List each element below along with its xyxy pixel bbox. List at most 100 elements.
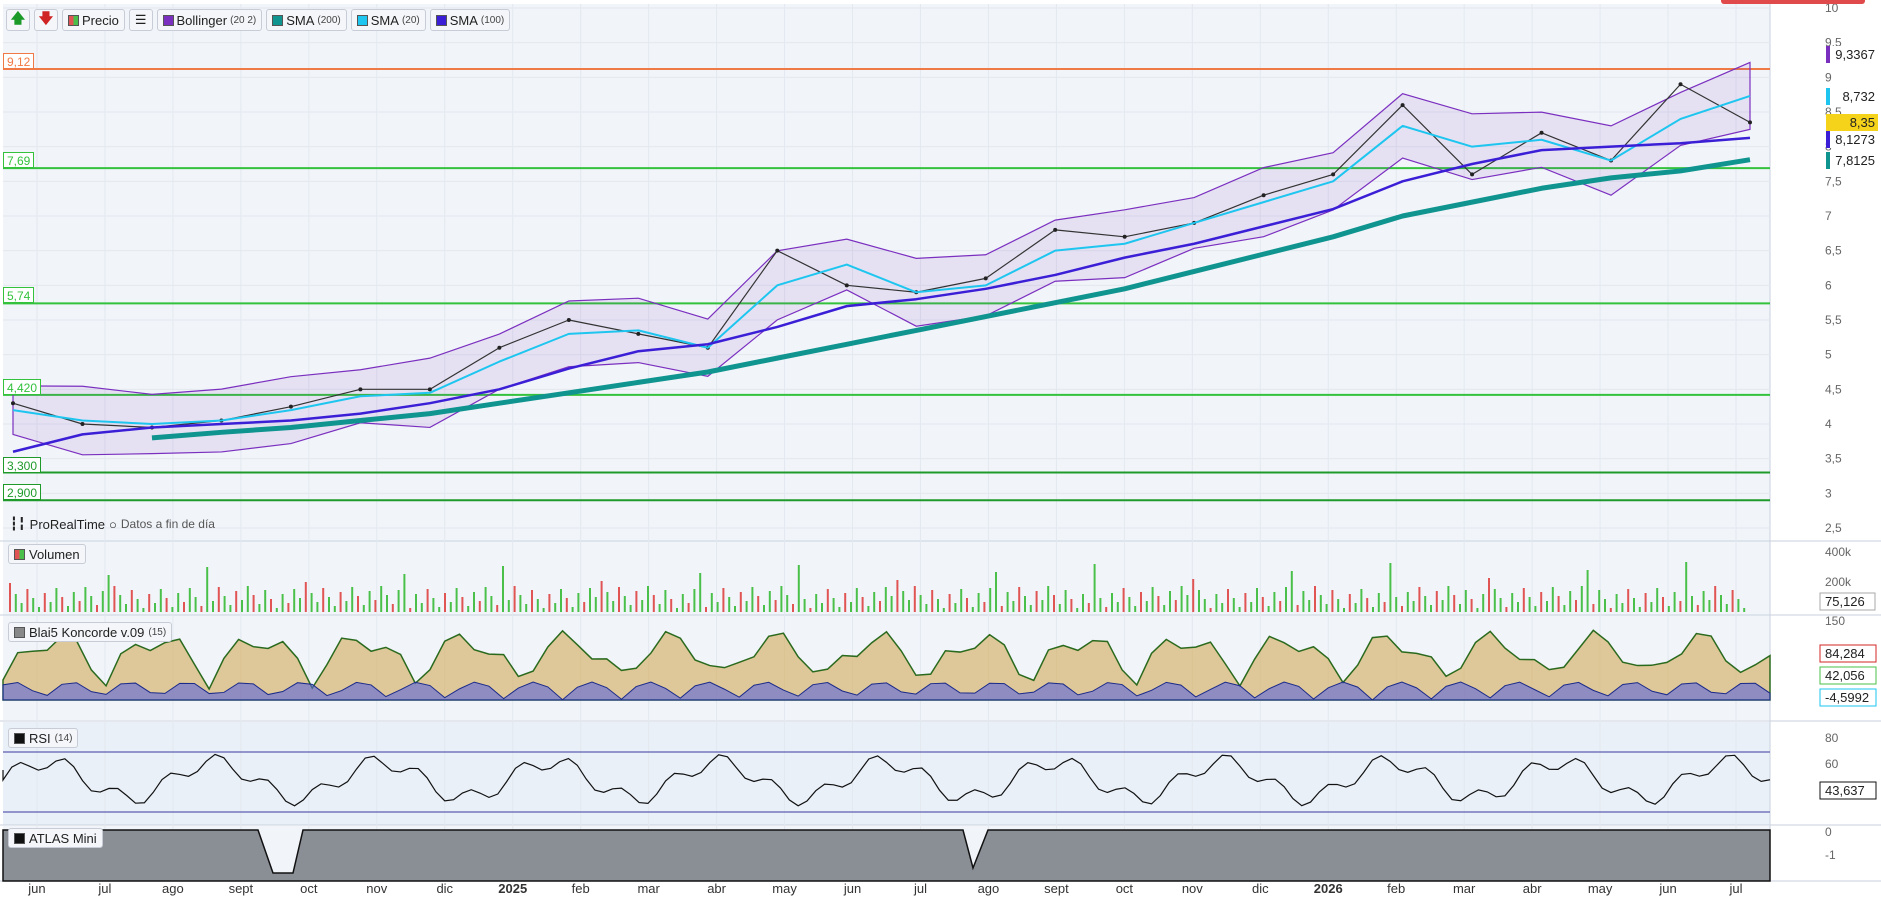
level-label: 3,300: [3, 456, 42, 473]
volume-bar: [809, 608, 812, 612]
volume-bar: [368, 591, 371, 612]
volume-bar: [600, 581, 603, 612]
volume-bar: [287, 603, 290, 612]
volume-value-label: 75,126: [1825, 594, 1865, 609]
volume-bar: [867, 606, 870, 612]
volume-bar: [310, 593, 313, 612]
volume-bar: [832, 598, 835, 612]
volume-bar: [1685, 562, 1688, 612]
price-tick-label: 4: [1825, 417, 1832, 431]
status-bar: [1721, 0, 1865, 4]
volume-bar: [270, 599, 272, 612]
volume-bar: [1406, 592, 1409, 612]
sma20-swatch-icon: [356, 14, 368, 26]
legend-item-sma-20[interactable]: SMA (20): [350, 9, 426, 31]
volume-bar: [670, 599, 673, 612]
volume-bar: [797, 565, 800, 612]
price-point: [1122, 234, 1127, 239]
price-tick-label: 5,5: [1825, 313, 1842, 327]
volume-bar: [403, 574, 406, 612]
sma200-swatch-icon: [272, 14, 284, 26]
atlas-swatch-icon: [14, 832, 25, 844]
month-label: jul: [1729, 881, 1743, 896]
volume-bar: [304, 582, 307, 612]
volume-bar: [1720, 595, 1722, 612]
volume-bar: [183, 602, 185, 612]
atlas-panel-label[interactable]: ATLAS Mini: [8, 828, 103, 848]
volume-bar: [1093, 564, 1096, 612]
volume-bar: [1348, 594, 1351, 612]
volume-bar: [710, 593, 713, 612]
month-label: nov: [1182, 881, 1203, 896]
price-point: [1539, 130, 1544, 135]
volume-bar: [571, 607, 574, 612]
volume-bar: [154, 603, 156, 612]
volume-bar: [1267, 606, 1270, 612]
volume-bar: [246, 586, 249, 612]
volume-bar: [1006, 592, 1009, 612]
volume-bar: [449, 602, 452, 612]
volume-bar: [1470, 599, 1473, 612]
koncorde-panel-label[interactable]: Blai5 Koncorde v.09 (15): [8, 622, 173, 642]
eod-radio-icon[interactable]: ○: [109, 517, 117, 532]
legend-item-sma-100[interactable]: SMA (100): [429, 9, 511, 31]
volume-bar: [1041, 600, 1044, 612]
volume-bar: [380, 586, 383, 612]
price-point: [1331, 172, 1336, 177]
volume-bar: [855, 588, 858, 612]
volume-panel-label[interactable]: Volumen: [8, 544, 86, 564]
volume-bar: [165, 598, 168, 612]
volume-bar: [1082, 594, 1084, 612]
legend-item-params: (200): [317, 14, 341, 26]
volume-bar: [1035, 591, 1038, 612]
volume-bar: [1238, 607, 1241, 612]
list-button[interactable]: ☰: [128, 9, 153, 31]
volume-bar: [705, 607, 707, 612]
volume-bar: [14, 594, 17, 612]
legend-item-params: (20): [401, 14, 420, 26]
legend-item-sma-200[interactable]: SMA (200): [266, 9, 347, 31]
volume-bar: [490, 596, 493, 612]
volume-bar: [9, 583, 11, 612]
volume-bar: [67, 606, 69, 612]
volume-bar: [339, 592, 342, 612]
volume-bar: [612, 601, 615, 612]
volume-bar: [72, 592, 75, 612]
volume-bar: [1325, 604, 1328, 612]
volume-bar: [444, 593, 446, 612]
volume-bar: [1377, 593, 1380, 612]
legend-item-label: SMA: [370, 12, 399, 28]
volume-bar: [1488, 578, 1490, 612]
volume-bar: [542, 608, 545, 612]
volume-bar: [531, 590, 533, 612]
volume-bar: [1076, 608, 1079, 612]
volume-bar: [913, 586, 916, 612]
price-value-box: 8,732: [1826, 87, 1878, 105]
up-arrow-button[interactable]: 🡅: [6, 9, 30, 31]
volume-bar: [473, 592, 475, 612]
rsi-panel-label[interactable]: RSI (14): [8, 728, 79, 748]
volume-bar: [960, 589, 963, 612]
volume-bar: [1058, 604, 1061, 612]
volume-bar: [1592, 604, 1595, 612]
month-label: may: [772, 881, 797, 896]
month-label: ago: [978, 881, 1000, 896]
volume-bar: [681, 594, 684, 612]
volume-bar: [1650, 602, 1653, 612]
volume-bar: [1493, 589, 1496, 612]
price-point: [358, 387, 363, 392]
volume-bar: [386, 595, 388, 612]
volume-bar: [589, 588, 591, 612]
down-arrow-button[interactable]: 🡇: [34, 9, 58, 31]
volume-bar: [351, 587, 354, 612]
volume-bar: [1024, 596, 1026, 612]
price-point: [288, 404, 293, 409]
volume-bar: [426, 589, 429, 612]
level-label: 7,69: [3, 152, 35, 169]
legend-item-params: (100): [480, 14, 505, 26]
volume-bar: [1627, 589, 1630, 612]
legend-item-bollinger[interactable]: Bollinger (20 2): [156, 9, 263, 31]
rsi-tick-label: 80: [1825, 731, 1839, 745]
volume-bar: [1331, 590, 1334, 612]
legend-item-price[interactable]: Precio: [62, 9, 125, 31]
